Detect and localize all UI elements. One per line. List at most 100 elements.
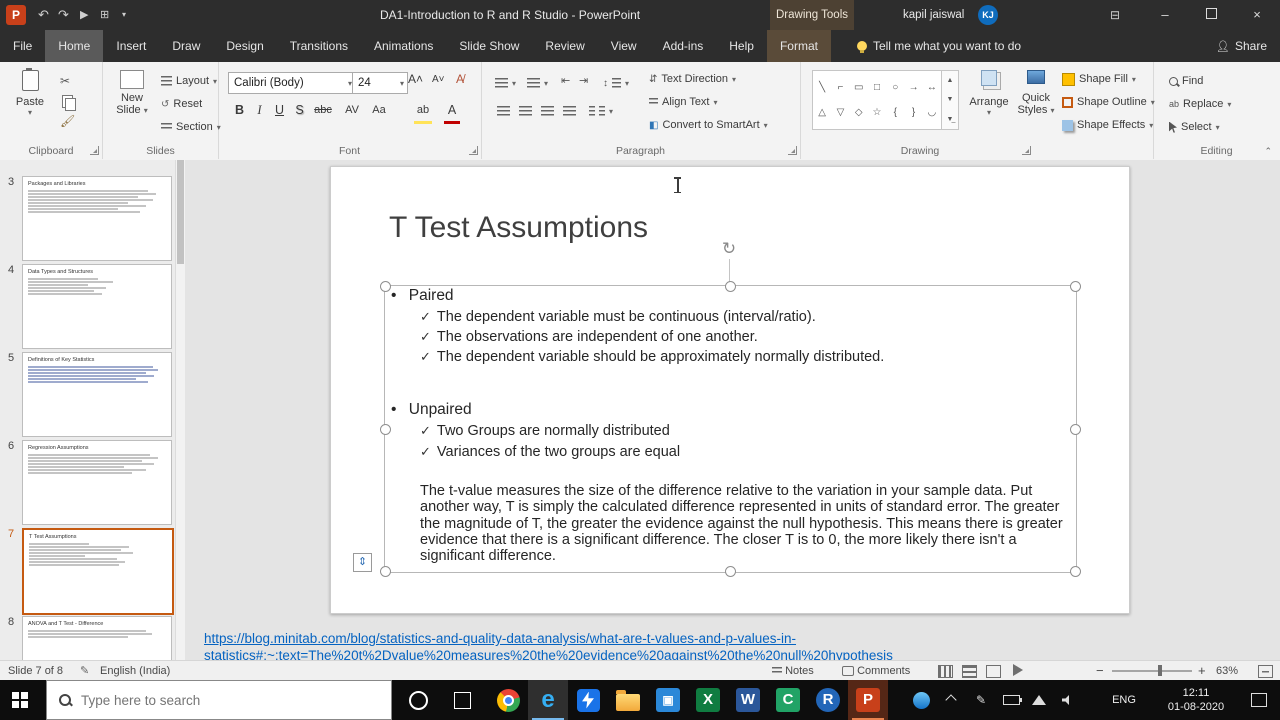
taskbar-app-chrome[interactable] (488, 680, 528, 720)
tray-news-button[interactable] (905, 680, 937, 720)
tab-review[interactable]: Review (532, 30, 597, 62)
shape-fill-button[interactable]: Shape Fill ▾ (1062, 70, 1136, 88)
italic-button[interactable]: I (250, 100, 269, 121)
paragraph-dialog-launcher[interactable] (788, 146, 797, 155)
action-center-button[interactable] (1240, 680, 1278, 720)
strikethrough-button[interactable]: abc (310, 100, 336, 121)
font-size-combo[interactable]: 24 ▾ (352, 72, 408, 94)
copy-icon[interactable] (62, 95, 76, 111)
zoom-in-button[interactable]: + (1198, 663, 1206, 678)
share-button[interactable]: 👤︎ Share (1203, 30, 1280, 62)
selection-handle-top-left[interactable] (380, 281, 391, 292)
tab-slide-show[interactable]: Slide Show (446, 30, 532, 62)
start-button[interactable] (0, 680, 40, 720)
hyperlink[interactable]: https://blog.minitab.com/blog/statistics… (204, 630, 964, 660)
account-name[interactable]: kapil jaiswal (903, 0, 964, 30)
align-left-button[interactable] (495, 102, 511, 123)
text-shadow-button[interactable]: S (290, 100, 309, 121)
hyperlink-line-2[interactable]: statistics#:~:text=The%20t%2Dvalue%20mea… (204, 647, 964, 660)
redo-icon[interactable]: ↷ (58, 0, 69, 30)
text-direction-button[interactable]: ⇵ Text Direction ▾ (649, 70, 736, 88)
change-case-button[interactable]: Aa (368, 100, 390, 121)
slide-sorter-view-icon[interactable] (962, 665, 977, 678)
thumbnail-scrollbar[interactable] (175, 160, 185, 660)
comments-button[interactable]: Comments (842, 665, 910, 677)
shape-star-icon[interactable]: ☆ (869, 105, 884, 120)
shape-circle-icon[interactable]: ○ (888, 80, 903, 95)
taskbar-app-excel[interactable]: X (688, 680, 728, 720)
shape-square-icon[interactable]: □ (869, 80, 884, 95)
language-switcher[interactable]: ENG (1104, 680, 1144, 720)
layout-button[interactable]: Layout ▾ (161, 72, 217, 90)
fit-slide-to-window-icon[interactable] (1258, 665, 1273, 678)
slideshow-view-icon[interactable] (1013, 664, 1023, 676)
proofing-icon[interactable]: ✎ (80, 664, 89, 677)
justify-button[interactable] (561, 102, 577, 123)
thumbnail-slide-6[interactable]: Regression Assumptions (22, 440, 172, 525)
convert-smartart-button[interactable]: ◧ Convert to SmartArt ▾ (649, 116, 768, 134)
paste-button[interactable]: Paste ▾ (10, 68, 50, 117)
touch-mode-icon[interactable]: ⊞ (100, 0, 109, 30)
current-slide[interactable]: T Test Assumptions ↻ ⇕ • Paired ✓ The de… (330, 166, 1130, 614)
tab-transitions[interactable]: Transitions (277, 30, 361, 62)
shape-diamond-icon[interactable]: ◇ (851, 105, 866, 120)
thumbnail-slide-3[interactable]: Packages and Libraries (22, 176, 172, 261)
tab-insert[interactable]: Insert (103, 30, 159, 62)
show-hidden-icons-button[interactable] (938, 680, 964, 720)
align-text-button[interactable]: Align Text ▾ (649, 93, 718, 111)
zoom-out-button[interactable]: − (1096, 663, 1104, 678)
selection-handle-mid-right[interactable] (1070, 424, 1081, 435)
undo-icon[interactable]: ↶ (38, 0, 49, 30)
quick-styles-button[interactable]: Quick Styles ▾ (1014, 70, 1058, 116)
shape-inverted-triangle-icon[interactable]: ▽ (833, 105, 848, 120)
minimize-button[interactable]: – (1142, 0, 1188, 30)
tab-home[interactable]: Home (45, 30, 104, 62)
zoom-level[interactable]: 63% (1216, 665, 1238, 677)
tray-battery[interactable] (998, 680, 1024, 720)
clock[interactable]: 12:11 01-08-2020 (1158, 680, 1234, 720)
taskbar-app-edge[interactable]: e (528, 680, 568, 720)
taskbar-app-window[interactable]: ▣ (648, 680, 688, 720)
tab-add-ins[interactable]: Add-ins (650, 30, 717, 62)
thumbnail-slide-4[interactable]: Data Types and Structures (22, 264, 172, 349)
normal-view-icon[interactable] (938, 665, 953, 678)
tab-design[interactable]: Design (213, 30, 276, 62)
tab-animations[interactable]: Animations (361, 30, 446, 62)
bold-button[interactable]: B (230, 100, 249, 121)
shape-effects-button[interactable]: Shape Effects ▾ (1062, 116, 1153, 134)
increase-font-size-icon[interactable]: A˄ (408, 72, 423, 86)
drawing-dialog-launcher[interactable] (1022, 146, 1031, 155)
shape-rectangle-icon[interactable]: ▭ (851, 80, 866, 95)
find-button[interactable]: Find (1169, 72, 1203, 90)
decrease-indent-icon[interactable]: ⇤ (561, 74, 570, 87)
tab-view[interactable]: View (598, 30, 650, 62)
increase-indent-icon[interactable]: ⇥ (579, 74, 588, 87)
autofit-options-button[interactable]: ⇕ (353, 553, 372, 572)
zoom-slider-track[interactable] (1112, 670, 1192, 672)
customize-qat-icon[interactable]: ▾ (122, 0, 126, 30)
tab-help[interactable]: Help (716, 30, 767, 62)
font-name-combo[interactable]: Calibri (Body) ▾ (228, 72, 356, 94)
taskbar-search[interactable] (46, 680, 392, 720)
search-input[interactable] (79, 691, 363, 709)
shape-brace-left-icon[interactable]: { (888, 105, 903, 120)
gallery-more-icon[interactable]: ▼̲ (942, 116, 958, 123)
shape-arc-icon[interactable]: ⌐ (833, 80, 848, 95)
clear-formatting-icon[interactable]: A̸ (456, 72, 464, 86)
section-button[interactable]: Section ▾ (161, 118, 221, 136)
restore-button[interactable] (1188, 0, 1234, 30)
language-indicator[interactable]: English (India) (100, 665, 170, 677)
clipboard-dialog-launcher[interactable] (90, 146, 99, 155)
taskbar-app-word[interactable]: W (728, 680, 768, 720)
reset-button[interactable]: ↺ Reset (161, 95, 202, 113)
arrange-button[interactable]: Arrange ▾ (966, 70, 1012, 117)
tab-draw[interactable]: Draw (159, 30, 213, 62)
thumbnail-slide-5[interactable]: Definitions of Key Statistics (22, 352, 172, 437)
shape-smile-icon[interactable]: ◡ (924, 105, 939, 120)
align-center-button[interactable] (517, 102, 533, 123)
display-settings-icon[interactable]: ⊟ (1110, 0, 1120, 30)
close-button[interactable]: × (1234, 0, 1280, 30)
slide-title[interactable]: T Test Assumptions (389, 211, 648, 245)
gallery-down-icon[interactable]: ▼ (942, 96, 958, 103)
cut-icon[interactable]: ✂ (60, 74, 70, 88)
